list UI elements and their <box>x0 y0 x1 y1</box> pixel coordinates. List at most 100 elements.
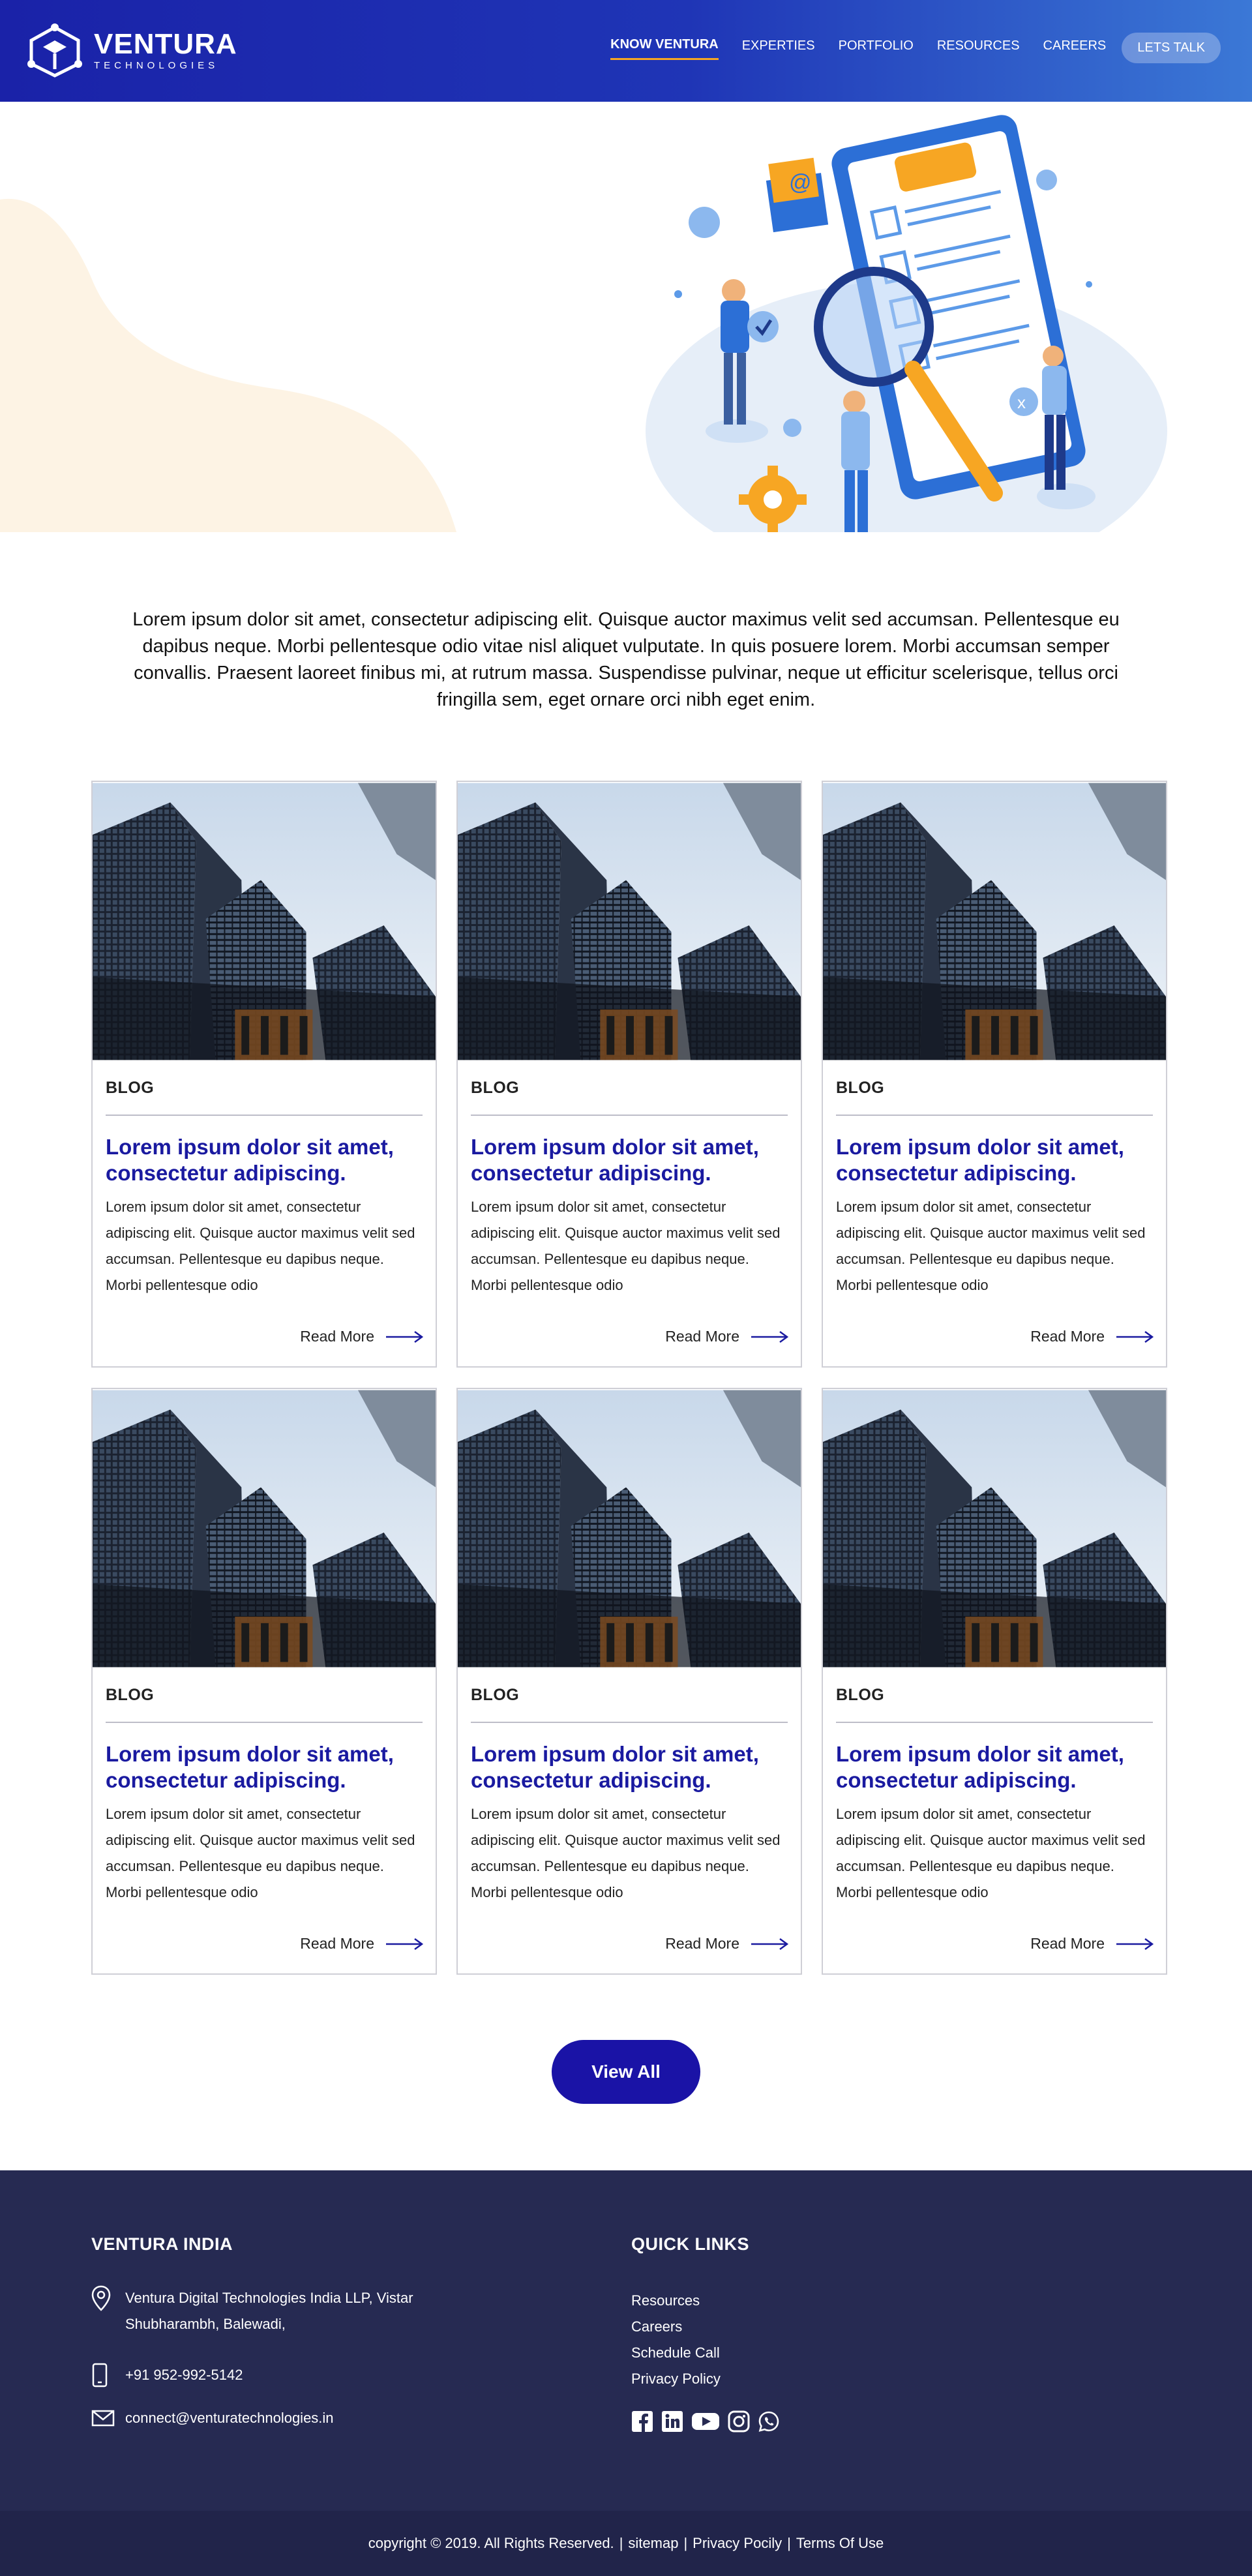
card-title[interactable]: Lorem ipsum dolor sit amet, consectetur … <box>106 1134 423 1186</box>
card-divider <box>836 1722 1153 1723</box>
arrow-right-icon <box>1115 1330 1154 1343</box>
arrow-right-icon <box>1115 1938 1154 1951</box>
card-category: BLOG <box>836 1686 885 1704</box>
card-category: BLOG <box>836 1079 885 1097</box>
card-title[interactable]: Lorem ipsum dolor sit amet, consectetur … <box>471 1134 788 1186</box>
hero-illustration: @ x <box>646 115 1167 532</box>
svg-text:x: x <box>1017 393 1026 412</box>
phone-number[interactable]: +91 952-992-5142 <box>125 2362 243 2388</box>
brand-logo[interactable]: VENTURA TECHNOLOGIES <box>23 23 237 78</box>
read-more-link[interactable]: Read More <box>1030 1328 1154 1345</box>
card-divider <box>836 1115 1153 1116</box>
quick-links: Resources Careers Schedule Call Privacy … <box>631 2288 721 2392</box>
footer-link-schedule-call[interactable]: Schedule Call <box>631 2340 721 2366</box>
card-title[interactable]: Lorem ipsum dolor sit amet, consectetur … <box>836 1134 1153 1186</box>
hero-section: @ x <box>0 102 1252 532</box>
card-image <box>93 1389 436 1668</box>
intro-paragraph: Lorem ipsum dolor sit amet, consectetur … <box>132 609 1120 710</box>
card-title[interactable]: Lorem ipsum dolor sit amet, consectetur … <box>836 1741 1153 1793</box>
youtube-icon[interactable] <box>691 2410 720 2433</box>
card-category: BLOG <box>471 1079 520 1097</box>
footer-link-resources[interactable]: Resources <box>631 2288 721 2314</box>
separator: | <box>619 2535 623 2551</box>
card-image <box>93 782 436 1061</box>
hero-background-blob <box>0 198 456 532</box>
linkedin-icon[interactable] <box>661 2410 683 2433</box>
facebook-icon[interactable] <box>631 2410 653 2433</box>
card-excerpt: Lorem ipsum dolor sit amet, consectetur … <box>471 1199 781 1293</box>
card-title[interactable]: Lorem ipsum dolor sit amet, consectetur … <box>106 1741 423 1793</box>
blog-card[interactable]: BLOG Lorem ipsum dolor sit amet, consect… <box>822 781 1167 1368</box>
card-category: BLOG <box>471 1686 520 1704</box>
arrow-right-icon <box>750 1938 789 1951</box>
social-links <box>631 2410 788 2433</box>
instagram-icon[interactable] <box>728 2410 750 2433</box>
sitemap-link[interactable]: sitemap <box>628 2535 678 2552</box>
view-all-button[interactable]: View All <box>552 2040 700 2104</box>
lets-talk-button[interactable]: LETS TALK <box>1122 33 1221 63</box>
read-more-label: Read More <box>665 1328 739 1345</box>
card-excerpt: Lorem ipsum dolor sit amet, consectetur … <box>106 1806 415 1900</box>
copyright-bar: copyright © 2019. All Rights Reserved. |… <box>0 2511 1252 2576</box>
nav-resources[interactable]: RESOURCES <box>937 37 1020 59</box>
site-header: VENTURA TECHNOLOGIES KNOW VENTURA EXPERT… <box>0 0 1252 102</box>
blog-card[interactable]: BLOG Lorem ipsum dolor sit amet, consect… <box>456 781 802 1368</box>
card-category: BLOG <box>106 1686 155 1704</box>
blog-card[interactable]: BLOG Lorem ipsum dolor sit amet, consect… <box>91 1388 437 1975</box>
read-more-label: Read More <box>1030 1328 1105 1345</box>
site-footer <box>0 2170 1252 2511</box>
card-excerpt: Lorem ipsum dolor sit amet, consectetur … <box>106 1199 415 1293</box>
read-more-label: Read More <box>300 1935 374 1952</box>
card-image <box>458 1389 801 1668</box>
read-more-label: Read More <box>665 1935 739 1952</box>
separator: | <box>683 2535 688 2551</box>
arrow-right-icon <box>750 1330 789 1343</box>
nav-experties[interactable]: EXPERTIES <box>742 37 815 59</box>
brand-tagline: TECHNOLOGIES <box>94 60 219 71</box>
card-image <box>823 782 1166 1061</box>
envelope-icon: @ <box>766 157 829 233</box>
card-title[interactable]: Lorem ipsum dolor sit amet, consectetur … <box>471 1741 788 1793</box>
svg-text:@: @ <box>789 170 812 195</box>
read-more-link[interactable]: Read More <box>300 1328 424 1345</box>
read-more-label: Read More <box>1030 1935 1105 1952</box>
footer-link-privacy-policy[interactable]: Privacy Policy <box>631 2366 721 2392</box>
blog-card[interactable]: BLOG Lorem ipsum dolor sit amet, consect… <box>456 1388 802 1975</box>
nav-careers[interactable]: CAREERS <box>1043 37 1107 59</box>
blog-card[interactable]: BLOG Lorem ipsum dolor sit amet, consect… <box>91 781 437 1368</box>
card-category: BLOG <box>106 1079 155 1097</box>
privacy-link[interactable]: Privacy Pocily <box>693 2535 782 2552</box>
card-excerpt: Lorem ipsum dolor sit amet, consectetur … <box>836 1199 1146 1293</box>
logo-cube-icon <box>27 23 82 78</box>
location-pin-icon <box>91 2285 120 2311</box>
email-address[interactable]: connect@venturatechnologies.in <box>125 2405 334 2431</box>
read-more-link[interactable]: Read More <box>665 1935 789 1953</box>
footer-email[interactable]: connect@venturatechnologies.in <box>91 2405 334 2431</box>
card-image <box>458 782 801 1061</box>
blog-card[interactable]: BLOG Lorem ipsum dolor sit amet, consect… <box>822 1388 1167 1975</box>
mail-icon <box>91 2405 120 2431</box>
address-line-1: Ventura Digital Technologies India LLP, … <box>125 2290 413 2306</box>
copyright-text: copyright © 2019. All Rights Reserved. <box>368 2535 614 2551</box>
nav-portfolio[interactable]: PORTFOLIO <box>839 37 914 59</box>
address-line-2: Shubharambh, Balewadi, <box>125 2316 286 2332</box>
card-excerpt: Lorem ipsum dolor sit amet, consectetur … <box>471 1806 781 1900</box>
footer-phone[interactable]: +91 952-992-5142 <box>91 2362 243 2388</box>
footer-address: Ventura Digital Technologies India LLP, … <box>91 2285 413 2337</box>
footer-links-heading: QUICK LINKS <box>631 2234 749 2254</box>
footer-link-careers[interactable]: Careers <box>631 2314 721 2340</box>
phone-icon <box>91 2362 120 2388</box>
read-more-link[interactable]: Read More <box>1030 1935 1154 1953</box>
card-image <box>823 1389 1166 1668</box>
card-divider <box>471 1722 788 1723</box>
separator: | <box>787 2535 791 2551</box>
terms-link[interactable]: Terms Of Use <box>796 2535 884 2552</box>
card-divider <box>471 1115 788 1116</box>
read-more-link[interactable]: Read More <box>300 1935 424 1953</box>
card-divider <box>106 1722 423 1723</box>
main-nav: KNOW VENTURA EXPERTIES PORTFOLIO RESOURC… <box>587 33 1221 63</box>
footer-office-heading: VENTURA INDIA <box>91 2234 233 2254</box>
nav-know-ventura[interactable]: KNOW VENTURA <box>610 36 719 60</box>
read-more-link[interactable]: Read More <box>665 1328 789 1345</box>
whatsapp-icon[interactable] <box>758 2410 780 2433</box>
